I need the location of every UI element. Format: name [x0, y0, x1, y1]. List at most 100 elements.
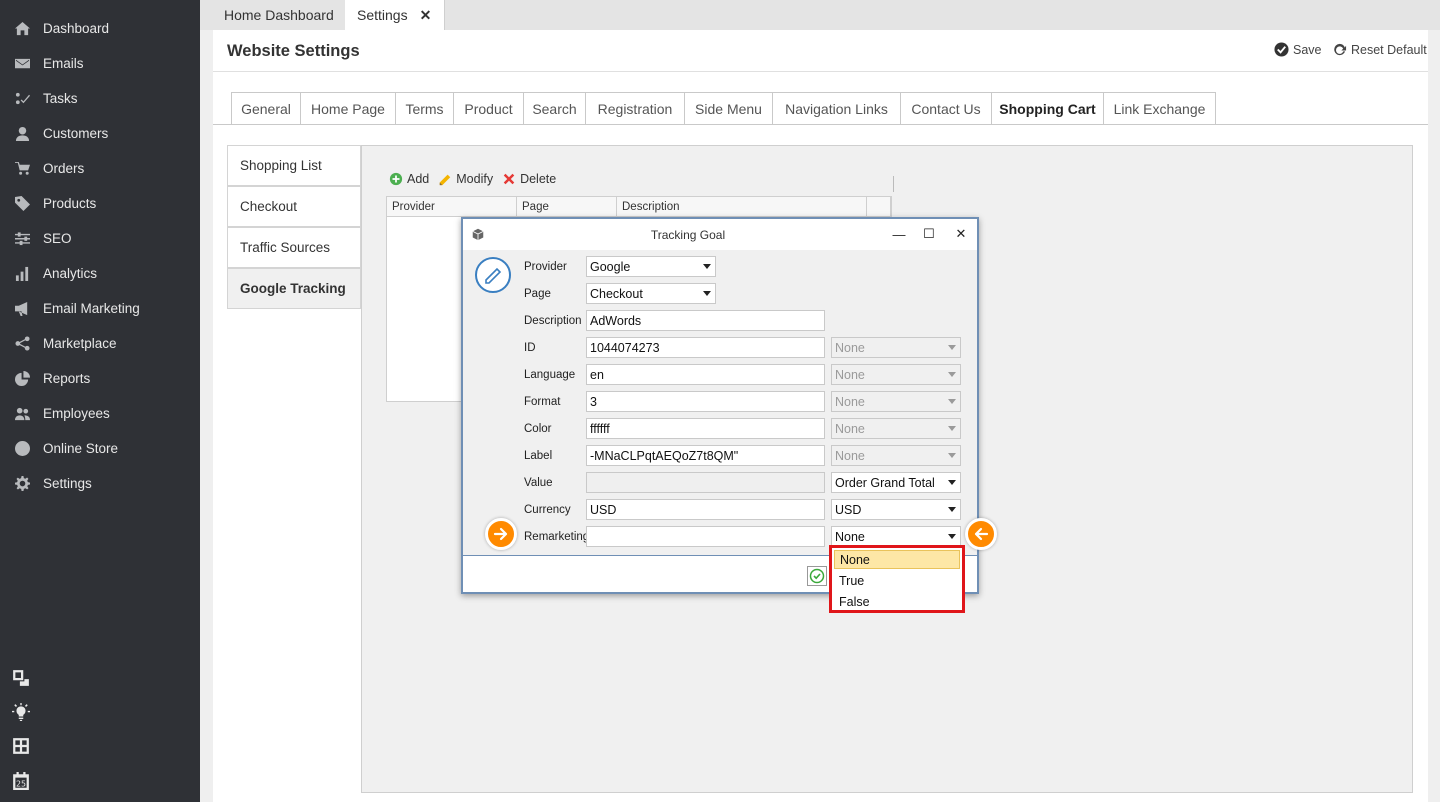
- calculator-icon[interactable]: [11, 736, 31, 756]
- minimize-button[interactable]: —: [891, 225, 907, 243]
- value-option-select[interactable]: Order Grand Total: [831, 472, 961, 493]
- remarketing-input[interactable]: [586, 526, 825, 547]
- provider-select[interactable]: Google: [586, 256, 716, 277]
- sidebar-item-label: Customers: [43, 126, 109, 141]
- format-input[interactable]: 3: [586, 391, 825, 412]
- format-value: 3: [590, 394, 597, 409]
- language-option-select[interactable]: None: [831, 364, 961, 385]
- currency-option-value: USD: [835, 502, 862, 517]
- id-option-value: None: [835, 340, 865, 355]
- windows-icon[interactable]: [11, 668, 31, 688]
- sidebar-item-orders[interactable]: Orders: [0, 151, 200, 186]
- modify-button[interactable]: Modify: [438, 172, 493, 186]
- sidebar-item-seo[interactable]: SEO: [0, 221, 200, 256]
- sidebar-item-email-marketing[interactable]: Email Marketing: [0, 291, 200, 326]
- color-option-value: None: [835, 421, 865, 436]
- tab-navigation-links[interactable]: Navigation Links: [772, 92, 901, 125]
- tab-label: Product: [464, 100, 513, 117]
- sidebar-item-analytics[interactable]: Analytics: [0, 256, 200, 291]
- callout-arrow-left-icon: [965, 518, 997, 550]
- sidebar-item-label: Emails: [43, 56, 84, 71]
- tab-terms[interactable]: Terms: [395, 92, 454, 125]
- calendar-icon[interactable]: 25: [11, 771, 31, 791]
- label-option-select[interactable]: None: [831, 445, 961, 466]
- id-input[interactable]: 1044074273: [586, 337, 825, 358]
- ok-check-icon[interactable]: [807, 566, 827, 586]
- sidebar-item-products[interactable]: Products: [0, 186, 200, 221]
- sidebar-item-label: Analytics: [43, 266, 98, 281]
- color-value: ffffff: [590, 421, 610, 436]
- chevron-down-icon: [948, 399, 956, 404]
- tasks-icon: [12, 91, 32, 107]
- tab-label: Navigation Links: [785, 100, 888, 117]
- color-option-select[interactable]: None: [831, 418, 961, 439]
- description-value: AdWords: [590, 313, 642, 328]
- envelope-icon: [12, 56, 32, 72]
- language-value: en: [590, 367, 604, 382]
- tab-settings[interactable]: Settings ✕: [345, 0, 445, 30]
- language-input[interactable]: en: [586, 364, 825, 385]
- dropdown-option-false[interactable]: False: [834, 592, 960, 611]
- sidebar-item-marketplace[interactable]: Marketplace: [0, 326, 200, 361]
- description-input[interactable]: AdWords: [586, 310, 825, 331]
- subtab-google-tracking[interactable]: Google Tracking: [227, 268, 361, 309]
- tab-home-dashboard[interactable]: Home Dashboard: [212, 0, 347, 30]
- color-input[interactable]: ffffff: [586, 418, 825, 439]
- add-button[interactable]: Add: [389, 172, 429, 186]
- close-button[interactable]: ✕: [953, 225, 969, 243]
- tab-general[interactable]: General: [231, 92, 301, 125]
- pencil-icon: [440, 174, 451, 186]
- sidebar-item-online-store[interactable]: Online Store: [0, 431, 200, 466]
- reset-default-button[interactable]: Reset Default: [1332, 42, 1427, 57]
- grid-toolbar: Add Modify Delete: [389, 172, 565, 186]
- column-header-provider[interactable]: Provider: [387, 197, 517, 217]
- remarketing-label: Remarketing: [524, 531, 590, 543]
- currency-input[interactable]: USD: [586, 499, 825, 520]
- sidebar-item-customers[interactable]: Customers: [0, 116, 200, 151]
- dialog-titlebar[interactable]: Tracking Goal — ☐ ✕: [463, 219, 977, 250]
- format-option-value: None: [835, 394, 865, 409]
- sidebar-item-employees[interactable]: Employees: [0, 396, 200, 431]
- save-button[interactable]: Save: [1274, 42, 1322, 57]
- value-input[interactable]: [586, 472, 825, 493]
- remarketing-option-select[interactable]: None: [831, 526, 961, 547]
- page-select[interactable]: Checkout: [586, 283, 716, 304]
- tab-side-menu[interactable]: Side Menu: [684, 92, 773, 125]
- id-value: 1044074273: [590, 340, 660, 355]
- column-header-description[interactable]: Description: [617, 197, 867, 217]
- sidebar-item-label: Tasks: [43, 91, 78, 106]
- sidebar-item-reports[interactable]: Reports: [0, 361, 200, 396]
- tab-home-page[interactable]: Home Page: [300, 92, 396, 125]
- subtab-checkout[interactable]: Checkout: [227, 186, 361, 227]
- sidebar-item-emails[interactable]: Emails: [0, 46, 200, 81]
- sidebar-item-label: Employees: [43, 406, 110, 421]
- dropdown-option-none[interactable]: None: [834, 550, 960, 569]
- remarketing-option-value: None: [835, 529, 865, 544]
- tab-search[interactable]: Search: [523, 92, 586, 125]
- tab-contact-us[interactable]: Contact Us: [900, 92, 992, 125]
- tracking-goal-dialog: Tracking Goal — ☐ ✕ Provider Google Page…: [461, 217, 979, 594]
- subtab-shopping-list[interactable]: Shopping List: [227, 145, 361, 186]
- delete-label: Delete: [520, 172, 557, 186]
- format-option-select[interactable]: None: [831, 391, 961, 412]
- sidebar-item-settings[interactable]: Settings: [0, 466, 200, 501]
- add-label: Add: [407, 172, 430, 186]
- dropdown-option-true[interactable]: True: [834, 571, 960, 590]
- subtab-traffic-sources[interactable]: Traffic Sources: [227, 227, 361, 268]
- delete-button[interactable]: Delete: [502, 172, 556, 186]
- sidebar-item-tasks[interactable]: Tasks: [0, 81, 200, 116]
- column-header-page[interactable]: Page: [517, 197, 617, 217]
- tab-registration[interactable]: Registration: [585, 92, 685, 125]
- label-option-value: None: [835, 448, 865, 463]
- tab-label: Shopping Cart: [999, 100, 1096, 117]
- id-option-select[interactable]: None: [831, 337, 961, 358]
- sidebar-item-dashboard[interactable]: Dashboard: [0, 11, 200, 46]
- tab-shopping-cart[interactable]: Shopping Cart: [991, 92, 1104, 125]
- currency-option-select[interactable]: USD: [831, 499, 961, 520]
- tab-product[interactable]: Product: [453, 92, 524, 125]
- maximize-button[interactable]: ☐: [921, 225, 937, 243]
- lightbulb-icon[interactable]: [11, 702, 31, 722]
- close-icon[interactable]: ✕: [420, 7, 432, 24]
- label-input[interactable]: -MNaCLPqtAEQoZ7t8QM": [586, 445, 825, 466]
- tab-link-exchange[interactable]: Link Exchange: [1103, 92, 1216, 125]
